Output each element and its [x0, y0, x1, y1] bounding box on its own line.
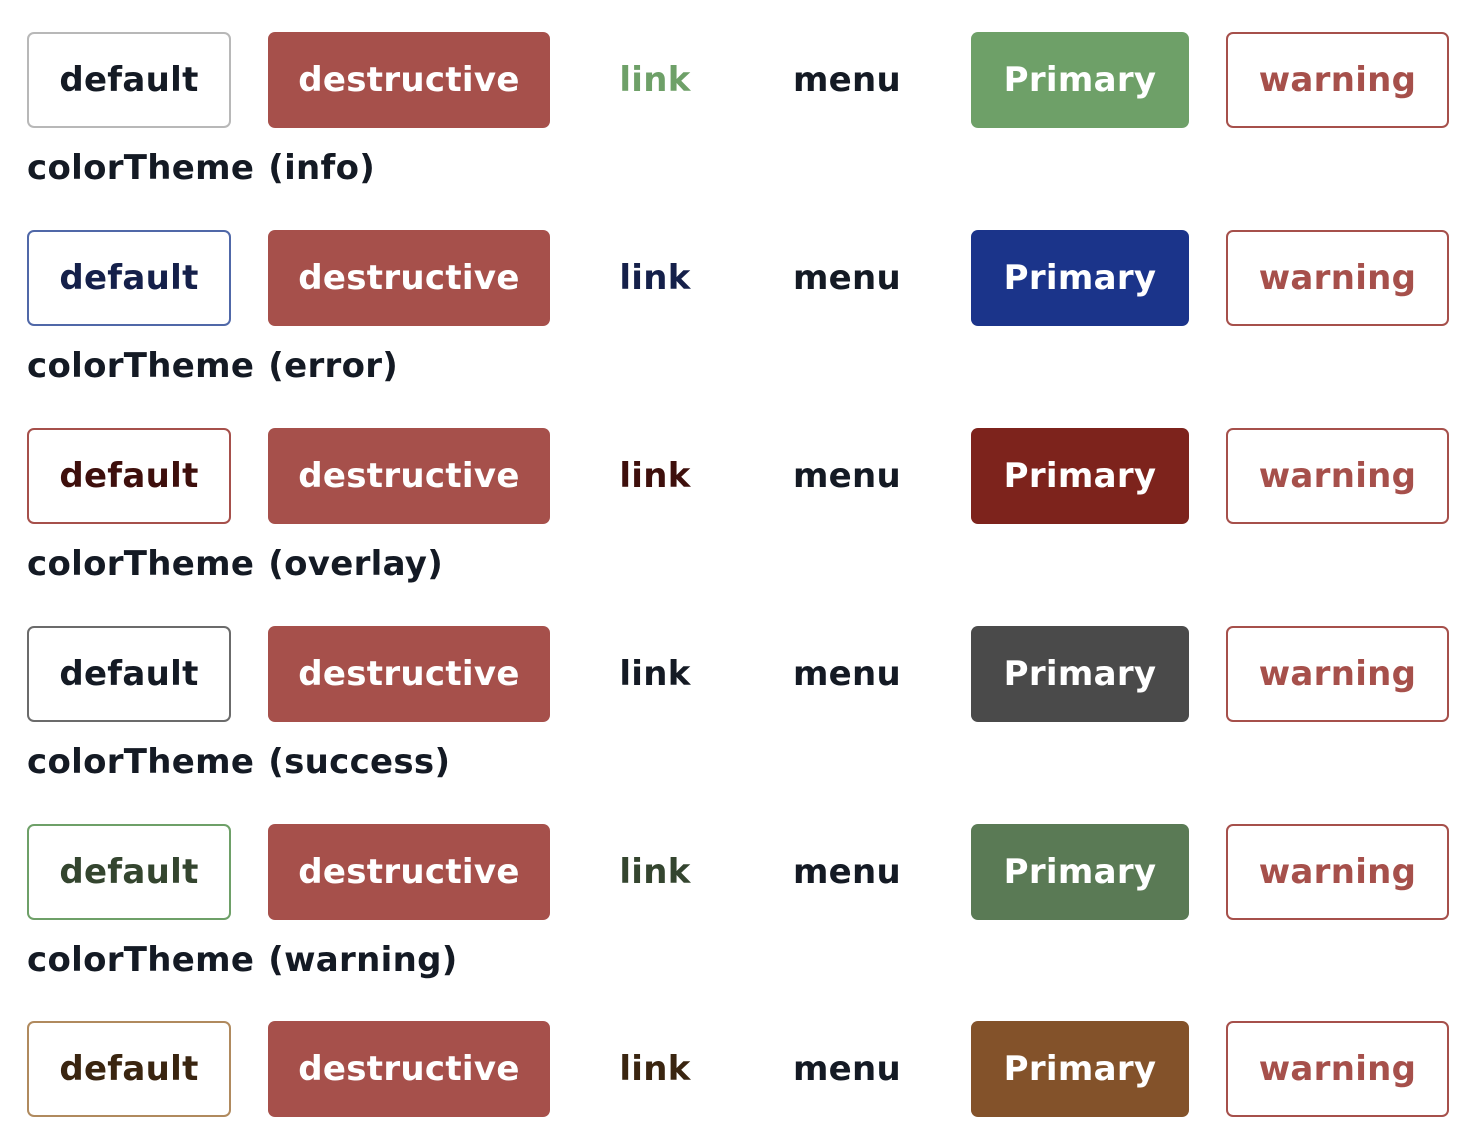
button-row-base: default destructive link menu Primary wa… [0, 32, 1480, 128]
button-row-error: default destructive link menu Primary wa… [0, 428, 1480, 524]
link-button[interactable]: link [588, 428, 722, 524]
default-button[interactable]: default [27, 428, 231, 524]
color-theme-name: (info) [268, 148, 376, 188]
menu-button[interactable]: menu [778, 626, 916, 722]
color-theme-prefix: colorTheme [27, 346, 255, 386]
primary-button[interactable]: Primary [971, 1021, 1189, 1117]
warning-button[interactable]: warning [1226, 1021, 1449, 1117]
warning-button[interactable]: warning [1226, 32, 1449, 128]
link-button[interactable]: link [588, 626, 722, 722]
color-theme-label-success: colorTheme (success) [27, 742, 450, 782]
warning-button[interactable]: warning [1226, 428, 1449, 524]
color-theme-prefix: colorTheme [27, 148, 255, 188]
color-theme-label-overlay: colorTheme (overlay) [27, 544, 443, 584]
link-button[interactable]: link [588, 1021, 722, 1117]
color-theme-prefix: colorTheme [27, 742, 255, 782]
warning-button[interactable]: warning [1226, 626, 1449, 722]
color-theme-name: (warning) [268, 940, 458, 980]
default-button[interactable]: default [27, 32, 231, 128]
button-row-warning: default destructive link menu Primary wa… [0, 1021, 1480, 1117]
button-row-overlay: default destructive link menu Primary wa… [0, 626, 1480, 722]
primary-button[interactable]: Primary [971, 824, 1189, 920]
destructive-button[interactable]: destructive [268, 1021, 550, 1117]
color-theme-prefix: colorTheme [27, 940, 255, 980]
destructive-button[interactable]: destructive [268, 626, 550, 722]
color-theme-name: (success) [268, 742, 451, 782]
color-theme-prefix: colorTheme [27, 544, 255, 584]
link-button[interactable]: link [588, 824, 722, 920]
button-row-info: default destructive link menu Primary wa… [0, 230, 1480, 326]
color-theme-name: (error) [268, 346, 399, 386]
link-button[interactable]: link [588, 32, 722, 128]
default-button[interactable]: default [27, 1021, 231, 1117]
button-row-success: default destructive link menu Primary wa… [0, 824, 1480, 920]
destructive-button[interactable]: destructive [268, 824, 550, 920]
destructive-button[interactable]: destructive [268, 428, 550, 524]
primary-button[interactable]: Primary [971, 428, 1189, 524]
link-button[interactable]: link [588, 230, 722, 326]
destructive-button[interactable]: destructive [268, 32, 550, 128]
destructive-button[interactable]: destructive [268, 230, 550, 326]
primary-button[interactable]: Primary [971, 230, 1189, 326]
default-button[interactable]: default [27, 824, 231, 920]
menu-button[interactable]: menu [778, 230, 916, 326]
menu-button[interactable]: menu [778, 1021, 916, 1117]
menu-button[interactable]: menu [778, 824, 916, 920]
color-theme-label-info: colorTheme (info) [27, 148, 375, 188]
menu-button[interactable]: menu [778, 32, 916, 128]
color-theme-label-error: colorTheme (error) [27, 346, 398, 386]
color-theme-label-warning: colorTheme (warning) [27, 940, 458, 980]
primary-button[interactable]: Primary [971, 32, 1189, 128]
button-variants-showcase: default destructive link menu Primary wa… [0, 0, 1480, 1140]
warning-button[interactable]: warning [1226, 824, 1449, 920]
warning-button[interactable]: warning [1226, 230, 1449, 326]
default-button[interactable]: default [27, 230, 231, 326]
color-theme-name: (overlay) [268, 544, 444, 584]
default-button[interactable]: default [27, 626, 231, 722]
menu-button[interactable]: menu [778, 428, 916, 524]
primary-button[interactable]: Primary [971, 626, 1189, 722]
